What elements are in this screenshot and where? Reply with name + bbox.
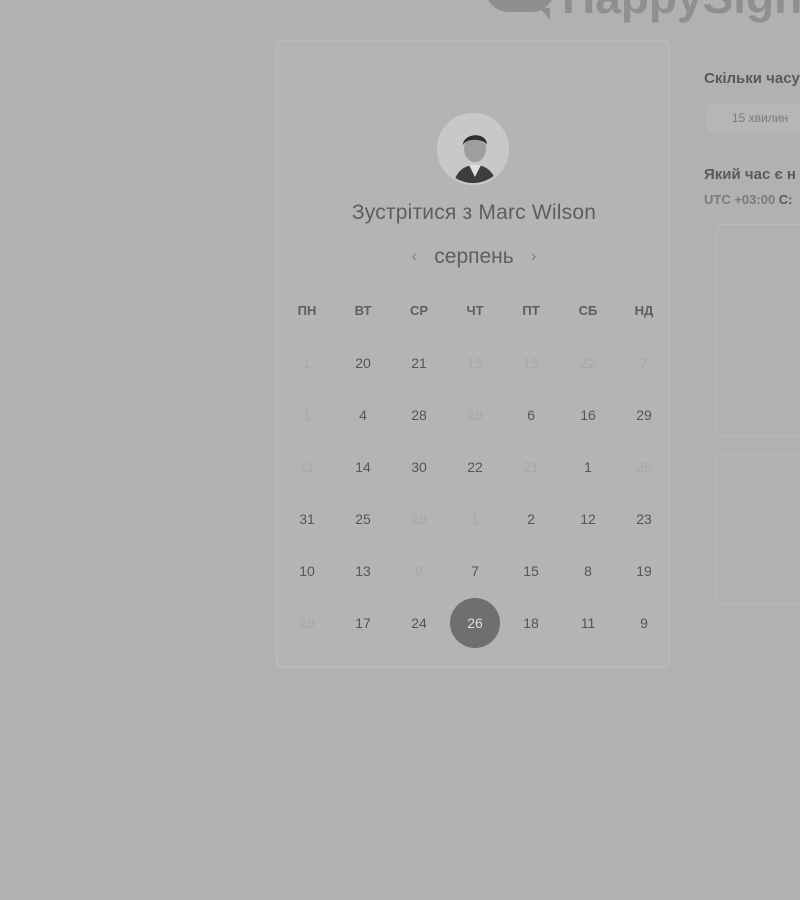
calendar-day[interactable]: 16 [563, 390, 613, 440]
calendar-day: 29 [299, 615, 315, 631]
calendar-card: Зустрітися з Marc Wilson ‹ серпень › ПН В… [276, 40, 670, 668]
calendar-day[interactable]: 11 [563, 598, 613, 648]
calendar-day[interactable]: 9 [619, 598, 669, 648]
calendar-day[interactable]: 30 [394, 442, 444, 492]
calendar-day[interactable]: 1 [563, 442, 613, 492]
calendar-day[interactable]: 17 [338, 598, 388, 648]
calendar-day[interactable]: 21 [394, 338, 444, 388]
calendar-day: 29 [467, 407, 483, 423]
time-slot-panel [716, 224, 800, 436]
calendar-day: 9 [415, 563, 423, 579]
calendar-day: 11 [299, 459, 315, 475]
calendar-day[interactable]: 20 [338, 338, 388, 388]
calendar-day[interactable]: 29 [619, 390, 669, 440]
calendar-day[interactable]: 10 [282, 546, 332, 596]
booking-page: HappySign Зустрітися з Marc Wilson ‹ сер… [0, 0, 800, 900]
right-panel: Скільки часу 15 хвилин Який час є н UTC … [704, 0, 800, 900]
calendar-day: 21 [523, 459, 539, 475]
calendar-day: 22 [580, 355, 596, 371]
calendar-day: 15 [467, 355, 483, 371]
calendar-day: 29 [411, 511, 427, 527]
calendar-day[interactable]: 18 [506, 598, 556, 648]
calendar-grid: 1 20 21 15 15 22 7 1 4 28 29 6 16 29 11 14 30 22 21 1 26 31 25… [277, 41, 671, 669]
calendar-day: 1 [303, 355, 311, 371]
time-question: Який час є н [704, 166, 796, 183]
calendar-day[interactable]: 24 [394, 598, 444, 648]
timezone-prefix: UTC +03:00 [704, 192, 776, 207]
calendar-day: 26 [636, 459, 652, 475]
calendar-day: 15 [523, 355, 539, 371]
duration-chip[interactable]: 15 хвилин [706, 104, 800, 132]
logo-bubble-icon [486, 0, 556, 20]
duration-question: Скільки часу [704, 70, 800, 87]
calendar-day[interactable]: 8 [563, 546, 613, 596]
calendar-day[interactable]: 15 [506, 546, 556, 596]
calendar-day[interactable]: 25 [338, 494, 388, 544]
calendar-day[interactable]: 6 [506, 390, 556, 440]
calendar-day[interactable]: 13 [338, 546, 388, 596]
calendar-day[interactable]: 28 [394, 390, 444, 440]
calendar-day[interactable]: 22 [450, 442, 500, 492]
calendar-day[interactable]: 4 [338, 390, 388, 440]
calendar-day: 7 [640, 355, 648, 371]
calendar-day[interactable]: 12 [563, 494, 613, 544]
calendar-day[interactable]: 19 [619, 546, 669, 596]
calendar-day-selected[interactable]: 26 [450, 598, 500, 648]
calendar-day[interactable]: 23 [619, 494, 669, 544]
calendar-day[interactable]: 14 [338, 442, 388, 492]
timezone-label[interactable]: UTC +03:00 С: [704, 192, 793, 207]
calendar-day: 1 [471, 511, 479, 527]
time-slot-panel-secondary [716, 454, 800, 604]
timezone-suffix: С: [778, 192, 793, 207]
calendar-day: 1 [303, 407, 311, 423]
calendar-day[interactable]: 7 [450, 546, 500, 596]
calendar-day[interactable]: 2 [506, 494, 556, 544]
calendar-day[interactable]: 31 [282, 494, 332, 544]
